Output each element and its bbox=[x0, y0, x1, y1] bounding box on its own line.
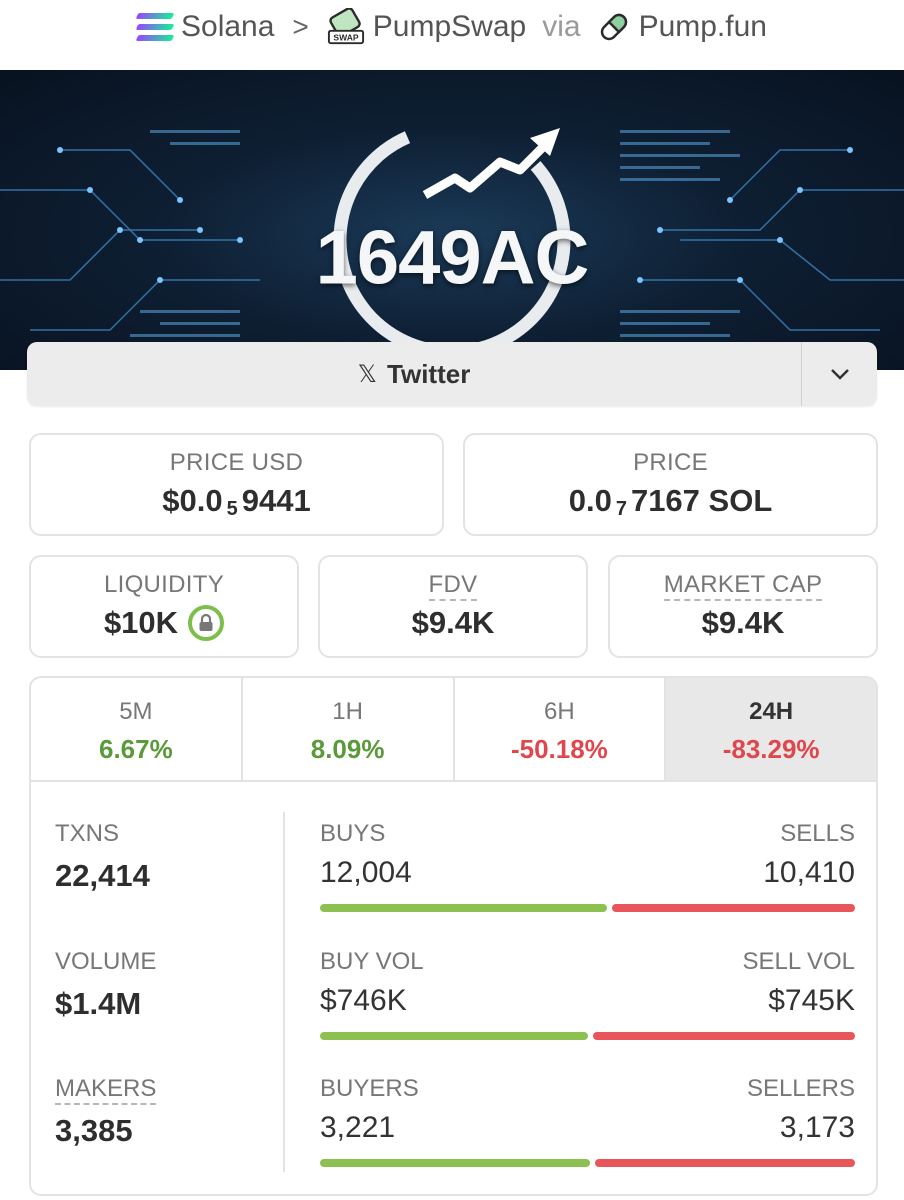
sells-bar bbox=[611, 904, 855, 912]
market-cap-label[interactable]: MARKET CAP bbox=[663, 571, 823, 601]
fdv-card: FDV $9.4K bbox=[318, 555, 588, 658]
price-usd-value: $0.0 5 9441 bbox=[31, 483, 442, 520]
sell-vol-value: $745K bbox=[768, 984, 855, 1017]
breadcrumb-launchpad[interactable]: Pump.fun bbox=[597, 10, 767, 44]
timeframe-tabs: 5M 6.67% 1H 8.09% 6H -50.18% 24H -83.29% bbox=[31, 678, 876, 782]
tab-6h[interactable]: 6H -50.18% bbox=[455, 678, 667, 780]
txns-stat: TXNS 22,414 bbox=[55, 820, 150, 894]
price-usd-digits: 9441 bbox=[241, 483, 311, 518]
makers-label[interactable]: MAKERS bbox=[55, 1075, 157, 1105]
sell-vol-label: SELL VOL bbox=[742, 948, 855, 975]
breadcrumb-dex[interactable]: SWAP PumpSwap bbox=[327, 8, 526, 46]
price-usd-label: PRICE USD bbox=[169, 449, 304, 476]
volume-split-row: BUY VOL SELL VOL $746K $745K bbox=[320, 948, 855, 1040]
tab-6h-label: 6H bbox=[544, 698, 575, 725]
buys-sells-row: BUYS SELLS 12,004 10,410 bbox=[320, 820, 855, 912]
volume-stat: VOLUME $1.4M bbox=[55, 948, 156, 1022]
sell-vol-bar bbox=[592, 1032, 855, 1040]
chain-label: Solana bbox=[181, 10, 275, 43]
txns-label: TXNS bbox=[55, 820, 120, 847]
buyers-label: BUYERS bbox=[320, 1075, 419, 1102]
x-logo-icon: 𝕏 bbox=[357, 360, 378, 388]
tab-5m-label: 5M bbox=[119, 698, 153, 725]
sellers-bar bbox=[594, 1159, 855, 1167]
price-native-card: PRICE 0.0 7 7167 SOL bbox=[463, 433, 878, 536]
price-usd-zero-count: 5 bbox=[226, 497, 238, 520]
twitter-label: Twitter bbox=[387, 358, 471, 389]
price-usd-prefix: $0.0 bbox=[162, 483, 223, 518]
volume-value: $1.4M bbox=[55, 986, 142, 1021]
volume-ratio-bar bbox=[320, 1032, 855, 1040]
chevron-down-icon bbox=[830, 369, 849, 380]
breadcrumb-separator: > bbox=[292, 11, 309, 42]
buys-bar bbox=[320, 904, 607, 912]
stats-divider bbox=[283, 812, 285, 1172]
pumpfun-pill-icon bbox=[600, 13, 627, 41]
pumpswap-logo-icon: SWAP bbox=[327, 8, 364, 45]
txns-value: 22,414 bbox=[55, 858, 150, 893]
price-native-digits: 7167 SOL bbox=[630, 483, 773, 518]
twitter-button[interactable]: 𝕏 Twitter bbox=[27, 342, 801, 406]
market-cap-card: MARKET CAP $9.4K bbox=[608, 555, 878, 658]
tab-1h-change: 8.09% bbox=[310, 734, 385, 764]
tab-24h[interactable]: 24H -83.29% bbox=[666, 678, 876, 780]
tab-24h-change: -83.29% bbox=[722, 734, 820, 764]
price-usd-card: PRICE USD $0.0 5 9441 bbox=[29, 433, 444, 536]
makers-split-row: BUYERS SELLERS 3,221 3,173 bbox=[320, 1075, 855, 1167]
volume-label: VOLUME bbox=[55, 948, 157, 975]
liquidity-value: $10K bbox=[103, 605, 179, 640]
liquidity-card: LIQUIDITY $10K bbox=[29, 555, 299, 658]
sellers-label: SELLERS bbox=[746, 1075, 855, 1102]
makers-stat: MAKERS 3,385 bbox=[55, 1075, 157, 1149]
tab-5m-change: 6.67% bbox=[99, 734, 173, 764]
buy-vol-bar bbox=[320, 1032, 588, 1040]
buy-vol-label: BUY VOL bbox=[320, 948, 424, 975]
launchpad-label: Pump.fun bbox=[638, 10, 767, 43]
breadcrumb: Solana > SWAP PumpSwap via Pump.fun bbox=[0, 0, 904, 54]
liquidity-value-row: $10K bbox=[31, 605, 297, 641]
makers-value: 3,385 bbox=[55, 1113, 133, 1148]
lock-icon[interactable] bbox=[188, 605, 225, 641]
price-native-prefix: 0.0 bbox=[568, 483, 612, 518]
buys-label: BUYS bbox=[320, 820, 386, 847]
breadcrumb-chain[interactable]: Solana bbox=[135, 10, 275, 44]
dex-label: PumpSwap bbox=[372, 10, 527, 43]
trading-stats-panel: 5M 6.67% 1H 8.09% 6H -50.18% 24H -83.29%… bbox=[29, 676, 878, 1196]
buys-value: 12,004 bbox=[320, 856, 412, 889]
buyers-bar bbox=[320, 1159, 590, 1167]
via-label: via bbox=[542, 10, 581, 43]
sells-label: SELLS bbox=[780, 820, 855, 847]
stats-grid: TXNS 22,414 VOLUME $1.4M MAKERS 3,385 BU… bbox=[31, 784, 876, 1194]
tab-5m[interactable]: 5M 6.67% bbox=[31, 678, 243, 780]
buy-vol-value: $746K bbox=[320, 984, 407, 1017]
fdv-value: $9.4K bbox=[411, 605, 495, 640]
liquidity-label: LIQUIDITY bbox=[103, 571, 225, 598]
token-banner: 1649AC bbox=[0, 70, 904, 370]
market-cap-value: $9.4K bbox=[701, 605, 785, 640]
price-native-value: 0.0 7 7167 SOL bbox=[465, 483, 876, 520]
fdv-label[interactable]: FDV bbox=[428, 571, 478, 601]
tab-6h-change: -50.18% bbox=[510, 734, 608, 764]
makers-ratio-bar bbox=[320, 1159, 855, 1167]
svg-text:SWAP: SWAP bbox=[333, 32, 358, 42]
tab-1h[interactable]: 1H 8.09% bbox=[243, 678, 455, 780]
price-native-zero-count: 7 bbox=[615, 497, 627, 520]
buyers-value: 3,221 bbox=[320, 1111, 396, 1144]
sellers-value: 3,173 bbox=[779, 1111, 855, 1144]
tab-24h-label: 24H bbox=[749, 698, 794, 725]
sells-value: 10,410 bbox=[763, 856, 855, 889]
price-native-label: PRICE bbox=[633, 449, 708, 476]
txns-ratio-bar bbox=[320, 904, 855, 912]
social-links-bar: 𝕏 Twitter bbox=[27, 342, 877, 406]
tab-1h-label: 1H bbox=[332, 698, 363, 725]
more-links-dropdown[interactable] bbox=[801, 342, 877, 406]
banner-title: 1649AC bbox=[315, 215, 590, 301]
solana-logo-icon bbox=[135, 13, 175, 41]
